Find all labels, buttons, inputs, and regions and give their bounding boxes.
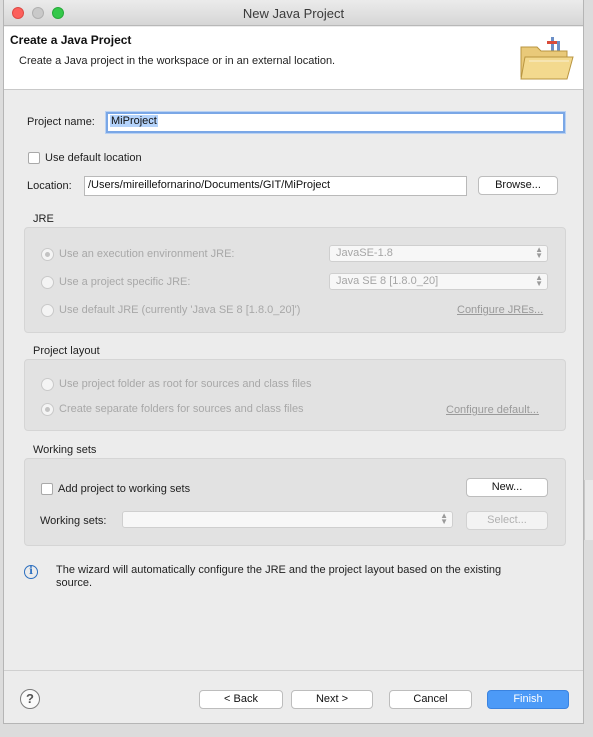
layout-root-radio[interactable] <box>41 378 54 391</box>
jre-section-label: JRE <box>33 213 54 225</box>
working-sets-section-label: Working sets <box>33 444 97 456</box>
jre-specific-select[interactable]: Java SE 8 [1.8.0_20] ▲ ▼ <box>329 273 548 290</box>
jre-env-select[interactable]: JavaSE-1.8 ▲ ▼ <box>329 245 548 262</box>
title-bar[interactable]: New Java Project <box>4 0 583 26</box>
project-layout-section-label: Project layout <box>33 345 100 357</box>
jre-env-select-value: JavaSE-1.8 <box>336 247 393 259</box>
configure-default-link[interactable]: Configure default... <box>446 404 539 416</box>
location-input[interactable]: /Users/mireillefornarino/Documents/GIT/M… <box>84 176 467 196</box>
layout-separate-label: Create separate folders for sources and … <box>59 403 304 415</box>
jre-default-radio[interactable] <box>41 304 54 317</box>
new-working-set-button[interactable]: New... <box>466 478 548 497</box>
footer-separator <box>4 670 583 671</box>
jre-env-radio[interactable] <box>41 248 54 261</box>
folder-icon <box>520 37 574 80</box>
configure-jres-link[interactable]: Configure JREs... <box>457 304 543 316</box>
browse-button[interactable]: Browse... <box>478 176 558 195</box>
add-to-working-sets-label: Add project to working sets <box>58 483 191 495</box>
jre-specific-label: Use a project specific JRE: <box>59 276 191 288</box>
background-window-edge <box>584 480 593 540</box>
working-sets-group: Add project to working sets New... Worki… <box>24 458 566 546</box>
help-icon[interactable]: ? <box>20 689 40 709</box>
working-sets-label: Working sets: <box>40 515 107 527</box>
finish-button[interactable]: Finish <box>487 690 569 709</box>
working-sets-select[interactable]: ▲ ▼ <box>122 511 453 528</box>
use-default-location-checkbox[interactable] <box>28 152 40 164</box>
use-default-location-label: Use default location <box>45 152 142 164</box>
select-arrows-icon: ▲ ▼ <box>535 245 543 260</box>
wizard-page-title: Create a Java Project <box>10 33 132 47</box>
project-name-label: Project name: <box>27 116 95 128</box>
window-title: New Java Project <box>242 6 345 21</box>
next-button[interactable]: Next > <box>291 690 373 709</box>
cancel-button[interactable]: Cancel <box>389 690 472 709</box>
jre-specific-radio[interactable] <box>41 276 54 289</box>
jre-default-label: Use default JRE (currently 'Java SE 8 [1… <box>59 304 301 316</box>
select-arrows-icon: ▲ ▼ <box>535 273 543 288</box>
jre-group: Use an execution environment JRE: JavaSE… <box>24 227 566 333</box>
info-message: The wizard will automatically configure … <box>56 564 502 589</box>
select-arrows-icon: ▲ ▼ <box>440 511 448 526</box>
location-label: Location: <box>27 180 72 192</box>
new-java-project-dialog: New Java Project Create a Java Project C… <box>3 0 584 724</box>
back-button[interactable]: < Back <box>199 690 283 709</box>
layout-separate-radio[interactable] <box>41 403 54 416</box>
layout-root-label: Use project folder as root for sources a… <box>59 378 312 390</box>
add-to-working-sets-checkbox[interactable] <box>41 483 53 495</box>
wizard-page-description: Create a Java project in the workspace o… <box>19 55 336 67</box>
project-layout-group: Use project folder as root for sources a… <box>24 359 566 431</box>
jre-specific-select-value: Java SE 8 [1.8.0_20] <box>336 275 439 287</box>
select-working-sets-button[interactable]: Select... <box>466 511 548 530</box>
wizard-banner: Create a Java Project Create a Java proj… <box>4 27 583 90</box>
project-name-input[interactable]: MiProject <box>106 112 565 133</box>
info-icon: i <box>24 565 38 579</box>
jre-env-label: Use an execution environment JRE: <box>59 248 235 260</box>
project-name-value: MiProject <box>110 115 158 127</box>
